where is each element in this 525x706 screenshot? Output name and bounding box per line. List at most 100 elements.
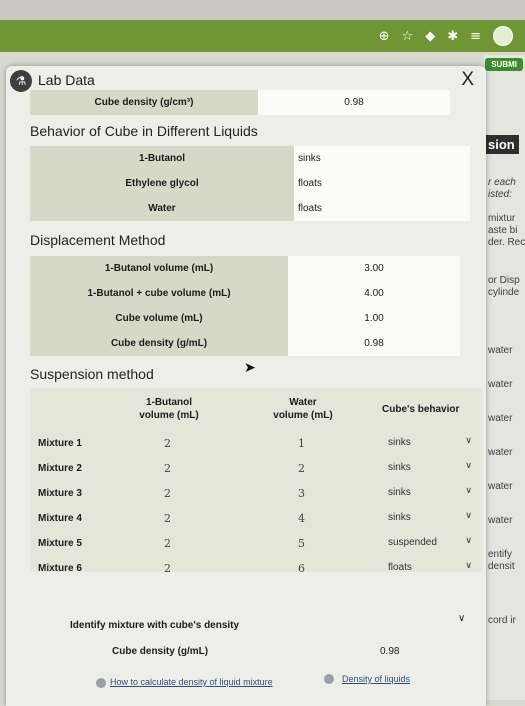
water-value[interactable]: 2 <box>298 462 305 475</box>
mixture-label: Mixture 5 <box>38 538 82 549</box>
side-text: water <box>488 379 513 390</box>
mouse-cursor-icon: ➤ <box>244 360 256 376</box>
table-row: Ethylene glycol floats <box>30 171 470 196</box>
behavior-result: floats <box>294 196 470 221</box>
side-text: r each <box>488 177 516 188</box>
butanol-value[interactable]: 2 <box>164 487 171 500</box>
side-heading: sion <box>484 135 519 154</box>
table-row: 1-Butanol + cube volume (mL) 4.00 <box>30 281 460 306</box>
side-text: entify <box>488 549 512 560</box>
table-row: 1-Butanol volume (mL) 3.00 <box>30 256 460 281</box>
butanol-volume-header: 1-Butanol volume (mL) <box>126 396 212 422</box>
displacement-title: Displacement Method <box>30 232 166 248</box>
butanol-value[interactable]: 2 <box>164 562 171 575</box>
cube-density-label: Cube density (g/cm³) <box>30 90 258 115</box>
behavior-select[interactable]: sinks ∨ <box>388 511 478 523</box>
shield-icon[interactable]: ◆ <box>425 29 435 44</box>
calc-density-link[interactable]: How to calculate density of liquid mixtu… <box>110 677 273 687</box>
butanol-value[interactable]: 2 <box>164 437 171 450</box>
liquid-name: Ethylene glycol <box>30 171 294 196</box>
displacement-label: Cube volume (mL) <box>30 306 288 331</box>
select-value: sinks <box>388 462 411 473</box>
select-value: sinks <box>388 437 411 448</box>
mixture-label: Mixture 4 <box>38 513 82 524</box>
behavior-select[interactable]: sinks ∨ <box>388 486 478 498</box>
chevron-down-icon: ∨ <box>465 486 472 496</box>
table-row: 1-Butanol sinks <box>30 146 470 171</box>
chevron-down-icon: ∨ <box>465 461 472 471</box>
background-page-edge: sion r each isted: mixtur aste bi der. R… <box>484 55 525 700</box>
displacement-value: 1.00 <box>288 306 460 331</box>
chevron-down-icon: ∨ <box>465 536 472 546</box>
density-liquids-link[interactable]: Density of liquids <box>342 674 410 684</box>
displacement-table: 1-Butanol volume (mL) 3.00 1-Butanol + c… <box>30 256 460 356</box>
side-text: water <box>488 481 513 492</box>
add-circle-icon[interactable]: ⊕ <box>379 29 390 44</box>
water-value[interactable]: 5 <box>298 537 305 550</box>
browser-toolbar: ⊕ ☆ ◆ ✱ ≡ <box>0 20 525 52</box>
header-line: volume (mL) <box>139 410 199 421</box>
behavior-table: 1-Butanol sinks Ethylene glycol floats W… <box>30 146 470 221</box>
table-row: Cube density (g/cm³) 0.98 <box>30 90 450 115</box>
butanol-value[interactable]: 2 <box>164 512 171 525</box>
submit-button[interactable]: SUBMI <box>485 58 523 71</box>
star-icon[interactable]: ☆ <box>402 29 414 44</box>
side-text: water <box>488 447 513 458</box>
water-value[interactable]: 1 <box>298 437 305 450</box>
behavior-header: Cube's behavior <box>382 404 460 415</box>
liquid-name: Water <box>30 196 294 221</box>
table-row: Water floats <box>30 196 470 221</box>
select-value: sinks <box>388 512 411 523</box>
panel-title: Lab Data <box>38 72 95 88</box>
mixture-label: Mixture 1 <box>38 438 82 449</box>
mixture-label: Mixture 6 <box>38 563 82 574</box>
link-icon <box>324 674 334 684</box>
side-text: water <box>488 413 513 424</box>
side-text: mixtur <box>488 213 516 224</box>
water-value[interactable]: 3 <box>298 487 305 500</box>
lab-data-panel: ⚗ Lab Data X Cube density (g/cm³) 0.98 B… <box>6 66 486 706</box>
identify-density-value: 0.98 <box>380 646 400 657</box>
behavior-select[interactable]: sinks ∨ <box>388 436 478 448</box>
behavior-select[interactable]: floats ∨ <box>388 561 478 573</box>
table-row: Cube density (g/mL) 0.98 <box>30 331 460 356</box>
header-line: Water <box>289 397 317 408</box>
playlist-icon[interactable]: ≡ <box>470 29 481 44</box>
select-value: floats <box>388 562 412 573</box>
behavior-title: Behavior of Cube in Different Liquids <box>30 123 258 139</box>
close-button[interactable]: X <box>461 69 474 91</box>
displacement-value: 3.00 <box>288 256 460 281</box>
side-text: cord ir <box>488 615 516 626</box>
side-text: cylinde <box>488 287 520 298</box>
suspension-title: Suspension method <box>30 366 154 382</box>
select-value: sinks <box>388 487 411 498</box>
link-icon <box>96 678 106 688</box>
butanol-value[interactable]: 2 <box>164 537 171 550</box>
side-text: or Disp <box>488 275 520 286</box>
liquid-name: 1-Butanol <box>30 146 294 171</box>
side-text: water <box>488 515 513 526</box>
behavior-select[interactable]: suspended ∨ <box>388 536 478 548</box>
behavior-select[interactable]: sinks ∨ <box>388 461 478 473</box>
puzzle-icon[interactable]: ✱ <box>447 29 458 44</box>
cube-density-table: Cube density (g/cm³) 0.98 <box>30 90 450 115</box>
side-text: isted: <box>488 189 512 200</box>
identify-density-label: Cube density (g/mL) <box>112 646 209 657</box>
side-text: densit <box>488 561 515 572</box>
cube-density-value: 0.98 <box>258 90 450 115</box>
displacement-value: 0.98 <box>288 331 460 356</box>
mixture-label: Mixture 2 <box>38 463 82 474</box>
side-text: water <box>488 345 513 356</box>
water-value[interactable]: 6 <box>298 562 305 575</box>
identify-chevron-down-icon[interactable]: ∨ <box>458 613 465 624</box>
select-value: suspended <box>388 537 437 548</box>
water-volume-header: Water volume (mL) <box>260 396 346 422</box>
butanol-value[interactable]: 2 <box>164 462 171 475</box>
header-line: 1-Butanol <box>145 397 193 408</box>
chevron-down-icon: ∨ <box>465 561 472 571</box>
identify-label: Identify mixture with cube's density <box>70 620 240 631</box>
profile-avatar-icon[interactable] <box>493 26 513 46</box>
side-text: aste bi <box>488 225 518 236</box>
flask-icon: ⚗ <box>10 70 32 92</box>
water-value[interactable]: 4 <box>298 512 305 525</box>
